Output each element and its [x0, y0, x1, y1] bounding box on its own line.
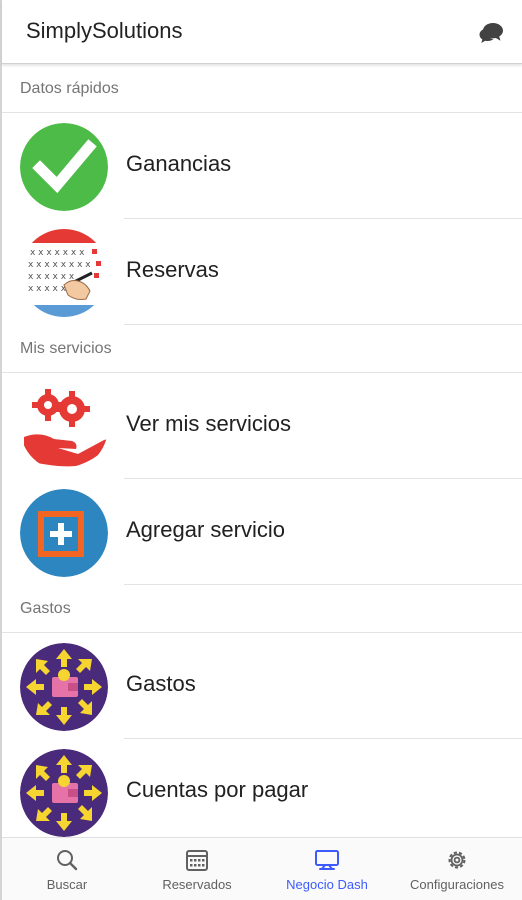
bottom-navigation: Buscar Reservados Negocio Dash Configura…: [2, 837, 522, 900]
svg-text:x x x x x x: x x x x x x: [28, 272, 75, 282]
add-square-icon: [20, 489, 108, 577]
svg-text:x x x x x: x x x x x: [28, 284, 67, 294]
calendar-icon: [186, 850, 208, 871]
check-circle-icon: [20, 123, 108, 211]
nav-item-reservados[interactable]: Reservados: [132, 838, 262, 900]
chat-button[interactable]: [476, 16, 508, 48]
chat-bubbles-icon: [479, 23, 503, 43]
item-label: Gastos: [126, 671, 196, 696]
wallet-arrows-icon: [20, 643, 108, 731]
item-label: Reservas: [126, 257, 219, 282]
nav-item-configuraciones[interactable]: Configuraciones: [392, 838, 522, 900]
dashboard-content[interactable]: Datos rápidos Ganancias x x x x x x x x …: [2, 65, 522, 837]
nav-item-buscar[interactable]: Buscar: [2, 838, 132, 900]
item-label: Ganancias: [126, 151, 232, 176]
list-item-cuentas-por-pagar[interactable]: Cuentas por pagar: [2, 739, 522, 837]
calendar-reservations-icon: x x x x x x x x x x x x x x x x x x x x …: [20, 229, 108, 317]
nav-label: Buscar: [46, 877, 88, 892]
section-header-mis-servicios: Mis servicios: [2, 325, 522, 373]
list-item-reservas[interactable]: x x x x x x x x x x x x x x x x x x x x …: [2, 219, 522, 325]
svg-text:x x x x x x x x: x x x x x x x x: [28, 260, 91, 270]
svg-text:x x x x x x x: x x x x x x x: [30, 248, 85, 258]
gear-icon: [448, 851, 466, 869]
nav-item-negocio-dash[interactable]: Negocio Dash: [262, 838, 392, 900]
list-item-ganancias[interactable]: Ganancias: [2, 113, 522, 219]
list-item-ver-mis-servicios[interactable]: Ver mis servicios: [2, 373, 522, 479]
nav-label: Reservados: [162, 877, 232, 892]
section-header-datos-rapidos: Datos rápidos: [2, 65, 522, 113]
app-bar: SimplySolutions: [2, 0, 522, 64]
app-title: SimplySolutions: [26, 18, 183, 43]
nav-label: Configuraciones: [410, 877, 504, 892]
wallet-arrows-icon: [20, 749, 108, 837]
monitor-icon: [315, 850, 339, 870]
nav-label: Negocio Dash: [286, 877, 368, 892]
list-item-agregar-servicio[interactable]: Agregar servicio: [2, 479, 522, 585]
item-label: Cuentas por pagar: [126, 777, 309, 802]
item-label: Agregar servicio: [126, 517, 285, 542]
search-icon: [57, 850, 78, 871]
hand-gears-icon: [20, 383, 108, 471]
section-header-gastos: Gastos: [2, 585, 522, 633]
item-label: Ver mis servicios: [126, 411, 292, 436]
list-item-gastos[interactable]: Gastos: [2, 633, 522, 739]
